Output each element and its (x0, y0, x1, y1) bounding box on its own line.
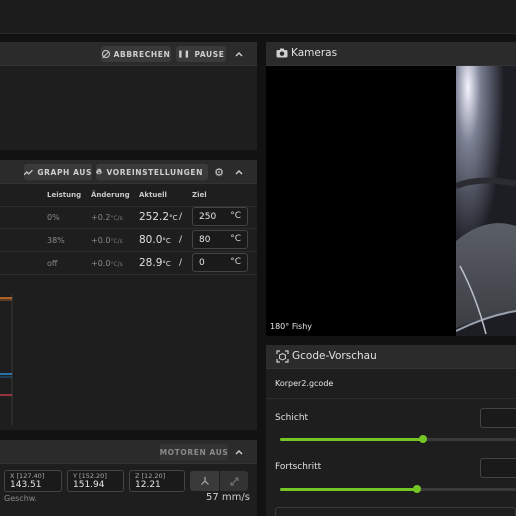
progress-slider[interactable] (280, 485, 516, 493)
cameras-panel-header: Kameras (266, 42, 516, 66)
chevron-down-icon (207, 171, 208, 173)
presets-label: VOREINSTELLUNGEN (106, 167, 203, 177)
cancel-label: ABBRECHEN (113, 49, 171, 59)
graph-toggle-label: GRAPH AUS (37, 167, 92, 177)
cube-scan-icon (276, 350, 289, 363)
separator: / (179, 212, 183, 222)
job-panel-header: ABBRECHEN ❚❚ PAUSE (0, 42, 257, 66)
expand-button[interactable] (220, 471, 248, 491)
layer-slider-fill (280, 437, 423, 441)
column-header-actual: Aktuell (139, 191, 167, 199)
temp-change: +0.0°C/s (91, 236, 123, 245)
separator: / (179, 258, 183, 268)
camera-image (456, 66, 516, 336)
flame-icon: 🔥︎ (96, 167, 103, 176)
temperature-graph (0, 295, 13, 425)
gcode-panel-header: Gcode-Vorschau (266, 345, 516, 369)
camera-name: 180° Fishy (270, 322, 313, 331)
camera-icon (276, 48, 288, 58)
column-header-change: Änderung (91, 191, 130, 199)
temp-change: +0.2°C/s (91, 213, 123, 222)
column-header-target: Ziel (192, 191, 207, 199)
toolhead-panel: MOTOREN AUS X [127.40] 143.51 Y [152.20]… (0, 440, 257, 516)
y-position-value: 151.94 (73, 480, 105, 490)
separator: / (179, 235, 183, 245)
divider (0, 228, 257, 229)
toolhead-panel-header: MOTOREN AUS (0, 440, 257, 464)
layer-input[interactable] (480, 408, 516, 428)
pause-icon: ❚❚ (177, 50, 191, 58)
collapse-chevron-icon[interactable] (232, 47, 246, 61)
pause-button[interactable]: ❚❚ PAUSE (176, 46, 226, 62)
gcode-preview-panel: Gcode-Vorschau Korper2.gcode Schicht For… (266, 345, 516, 516)
collapse-chevron-icon[interactable] (232, 165, 246, 179)
speed-value: 57 mm/s (206, 492, 250, 503)
z-position-label: Z [12.20] (135, 472, 166, 480)
top-app-bar (0, 0, 516, 34)
target-temp-input[interactable]: 80 °C (192, 230, 248, 249)
heater-power: off (47, 259, 58, 268)
cancel-icon (101, 50, 110, 58)
layer-slider[interactable] (280, 435, 516, 443)
x-position-field[interactable]: X [127.40] 143.51 (4, 470, 62, 492)
x-position-label: X [127.40] (10, 472, 45, 480)
temp-actual: 28.9°C (139, 257, 171, 269)
presets-button[interactable]: 🔥︎ VOREINSTELLUNGEN (96, 164, 208, 180)
home-all-button[interactable] (190, 471, 219, 491)
progress-slider-thumb[interactable] (413, 485, 421, 493)
graph-icon (24, 169, 33, 175)
motors-off-label: MOTOREN AUS (159, 447, 229, 457)
temp-change: +0.0°C/s (91, 259, 123, 268)
divider (0, 274, 257, 275)
temperature-panel-header: GRAPH AUS 🔥︎ VOREINSTELLUNGEN ⚙ (0, 160, 257, 184)
z-position-field[interactable]: Z [12.20] 12.21 (129, 470, 185, 492)
y-position-field[interactable]: Y [152.20] 151.94 (67, 470, 124, 492)
gear-icon[interactable]: ⚙ (212, 165, 226, 179)
progress-slider-fill (280, 487, 417, 491)
target-temp-input[interactable]: 250 °C (192, 207, 248, 226)
z-position-value: 12.21 (135, 480, 161, 490)
heater-power: 38% (47, 236, 65, 245)
cameras-title: Kameras (291, 47, 338, 59)
target-temp-input[interactable]: 0 °C (192, 253, 248, 272)
layer-slider-thumb[interactable] (419, 435, 427, 443)
axes-icon (200, 477, 209, 485)
x-position-value: 143.51 (10, 480, 42, 490)
progress-input[interactable] (480, 458, 516, 478)
collapse-chevron-icon[interactable] (232, 445, 246, 459)
column-header-power: Leistung (47, 191, 82, 199)
temp-actual: 252.2°C (139, 211, 178, 223)
layer-label: Schicht (275, 413, 309, 423)
job-panel: ABBRECHEN ❚❚ PAUSE (0, 42, 257, 150)
cameras-panel: Kameras 180° Fishy (266, 42, 516, 336)
y-position-label: Y [152.20] (73, 472, 107, 480)
gcode-title: Gcode-Vorschau (292, 350, 377, 362)
speed-label: Geschw. (4, 494, 38, 503)
gcode-filename: Korper2.gcode (275, 379, 334, 388)
temp-actual: 80.0°C (139, 234, 171, 246)
heater-power: 0% (47, 213, 60, 222)
preview-canvas-frame (275, 507, 516, 516)
divider (266, 398, 516, 399)
motors-off-button[interactable]: MOTOREN AUS (160, 444, 228, 460)
temperature-panel: GRAPH AUS 🔥︎ VOREINSTELLUNGEN ⚙ Leistung… (0, 160, 257, 430)
progress-label: Fortschritt (275, 462, 322, 472)
cancel-button[interactable]: ABBRECHEN (101, 46, 171, 62)
graph-toggle-button[interactable]: GRAPH AUS (24, 164, 92, 180)
expand-icon (230, 477, 238, 485)
pause-label: PAUSE (194, 49, 225, 59)
camera-feed[interactable]: 180° Fishy (266, 66, 516, 336)
divider (0, 251, 257, 252)
